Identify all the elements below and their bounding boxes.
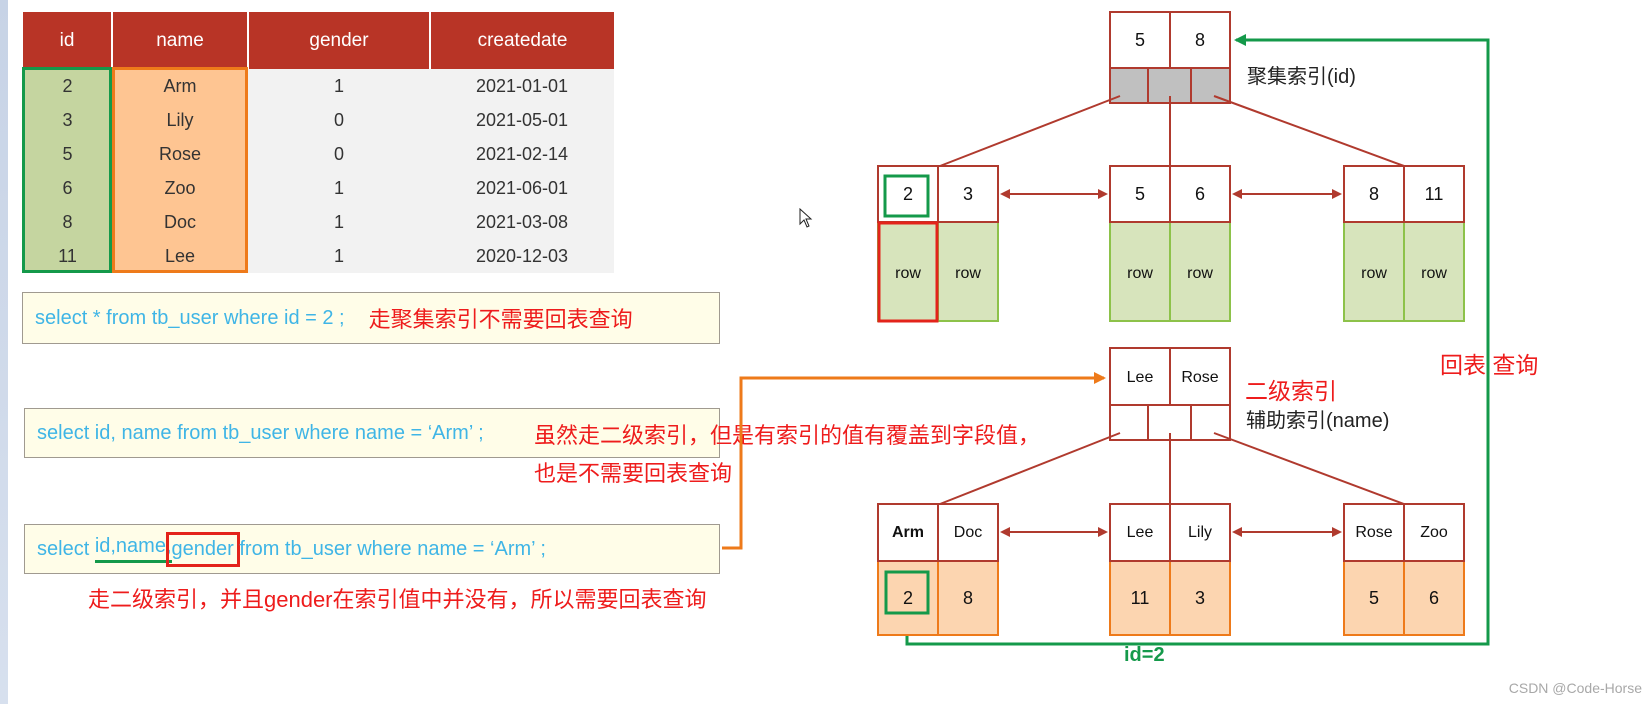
secondary-index-label-red: 二级索引 (1245, 378, 1337, 404)
leaf-id-value: 5 (1369, 588, 1379, 608)
mouse-cursor-icon (799, 208, 813, 228)
clustered-leaf-key: 5 (1135, 184, 1145, 204)
clustered-leaf-key: 3 (963, 184, 973, 204)
tree-edge (939, 432, 1121, 505)
clustered-leaf-key: 11 (1425, 184, 1444, 204)
leaf-id-value: 6 (1429, 588, 1439, 608)
secondary-root-key: Rose (1181, 369, 1218, 386)
secondary-leaf-key: Lee (1127, 524, 1154, 541)
lookup-id-label: id=2 (1124, 644, 1165, 666)
leaf-id-value: 8 (963, 588, 973, 608)
secondary-leaf-key: Lily (1188, 524, 1212, 541)
row-label: row (955, 265, 981, 282)
secondary-root-key: Lee (1127, 369, 1154, 386)
row-label: row (1361, 265, 1387, 282)
leaf-id-value: 3 (1195, 588, 1205, 608)
row-label: row (1187, 265, 1213, 282)
clustered-leaf-key: 2 (903, 184, 913, 204)
clustered-index-label: 聚集索引(id) (1247, 66, 1356, 88)
secondary-leaf-key: Doc (954, 524, 982, 541)
watermark: CSDN @Code-Horse (1508, 680, 1642, 696)
tree-edge (1213, 432, 1405, 505)
clustered-leaf-key: 6 (1195, 184, 1205, 204)
row-label: row (895, 265, 921, 282)
tree-edge (939, 95, 1121, 167)
leaf-id-value: 2 (903, 588, 913, 608)
lookup-label: 回表 查询 (1440, 352, 1539, 378)
tree-edge (1213, 95, 1405, 167)
secondary-index-label: 辅助索引(name) (1246, 410, 1390, 432)
clustered-root-key: 8 (1195, 30, 1205, 50)
clustered-root-key: 5 (1135, 30, 1145, 50)
secondary-leaf-key: Rose (1355, 524, 1392, 541)
row-label: row (1421, 265, 1447, 282)
clustered-leaf-key: 8 (1369, 184, 1379, 204)
secondary-leaf-key: Zoo (1420, 524, 1448, 541)
index-diagram: 5 8 2 3 row row 5 6 row row 8 11 row row Lee Rose Arm Doc… (722, 11, 1490, 646)
leaf-id-value: 11 (1131, 588, 1150, 608)
row-label: row (1127, 265, 1153, 282)
secondary-leaf-key: Arm (892, 524, 924, 541)
